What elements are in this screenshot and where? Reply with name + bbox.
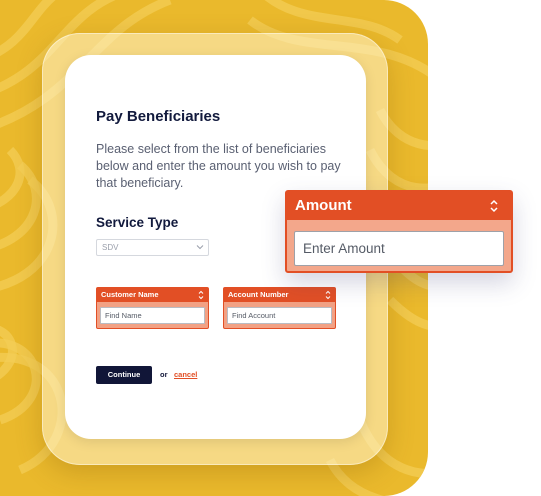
- updown-chevron-icon: [325, 290, 331, 300]
- account-number-label: Account Number: [228, 290, 289, 299]
- service-type-label: Service Type: [96, 215, 179, 230]
- amount-label: Amount: [295, 197, 352, 214]
- customer-name-label: Customer Name: [101, 290, 159, 299]
- instructions-text: Please select from the list of beneficia…: [96, 142, 341, 190]
- updown-chevron-icon: [198, 290, 204, 300]
- updown-chevron-icon: [490, 199, 498, 213]
- enter-amount-input[interactable]: Enter Amount: [294, 231, 504, 266]
- page-title: Pay Beneficiaries: [96, 108, 221, 125]
- customer-name-field: Customer Name Find Name: [96, 287, 209, 329]
- amount-field: Amount Enter Amount: [285, 190, 513, 273]
- service-type-value: SDV: [102, 243, 119, 252]
- or-separator: or: [160, 370, 168, 379]
- continue-button[interactable]: Continue: [96, 366, 152, 384]
- account-number-field: Account Number Find Account: [223, 287, 336, 329]
- amount-header[interactable]: Amount: [287, 192, 511, 220]
- find-account-input[interactable]: Find Account: [227, 307, 332, 324]
- cancel-link[interactable]: cancel: [174, 366, 197, 384]
- customer-name-header[interactable]: Customer Name: [97, 288, 208, 302]
- chevron-down-icon: [196, 245, 204, 250]
- find-name-input[interactable]: Find Name: [100, 307, 205, 324]
- service-type-select[interactable]: SDV: [96, 239, 209, 256]
- account-number-header[interactable]: Account Number: [224, 288, 335, 302]
